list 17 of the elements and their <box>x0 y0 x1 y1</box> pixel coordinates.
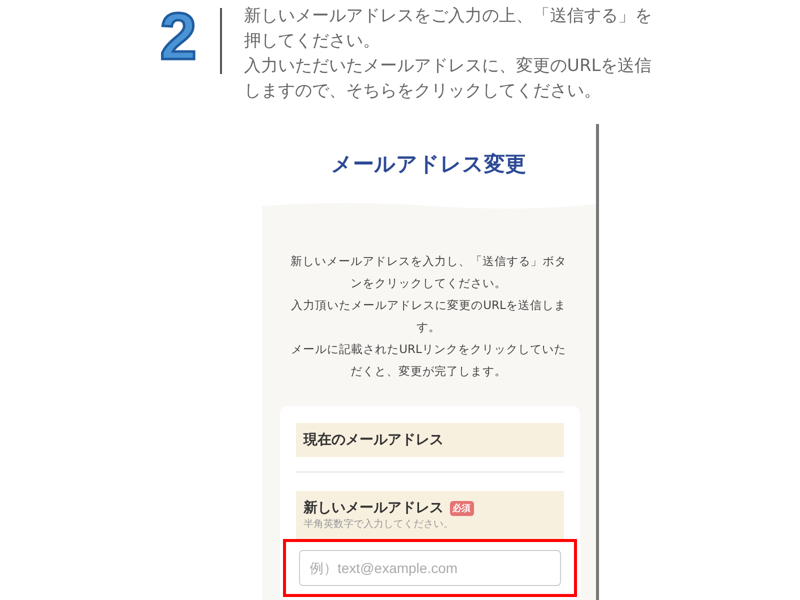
field-label: 現在のメールアドレス <box>304 431 444 449</box>
field-hint: 半角英数字で入力してください。 <box>304 518 454 531</box>
description-text: メールに記載されたURLリンクをクリックしていた <box>291 341 566 358</box>
description-text: ンをクリックしてください。 <box>350 275 506 292</box>
instruction-text: しますので、そちらをクリックしてください。 <box>244 80 602 103</box>
description-text: 新しいメールアドレスを入力し、「送信する」ボタ <box>290 253 566 270</box>
email-input[interactable]: 例）text@example.com <box>298 550 560 586</box>
page-title: メールアドレス変更 <box>331 151 526 178</box>
description-text: だくと、変更が完了します。 <box>350 363 506 380</box>
description-text: す。 <box>416 319 440 336</box>
description-text: 入力頂いたメールアドレスに変更のURLを送信しま <box>291 297 566 314</box>
field-label: 新しいメールアドレス <box>304 499 444 517</box>
instruction-text: 入力いただいたメールアドレスに、変更のURLを送信 <box>244 55 652 78</box>
required-badge: 必須 <box>450 500 474 516</box>
instruction-text: 新しいメールアドレスをご入力の上、「送信する」を <box>244 5 652 28</box>
step-number: 2 <box>160 6 198 66</box>
instruction-text: 押してください。 <box>244 30 381 53</box>
